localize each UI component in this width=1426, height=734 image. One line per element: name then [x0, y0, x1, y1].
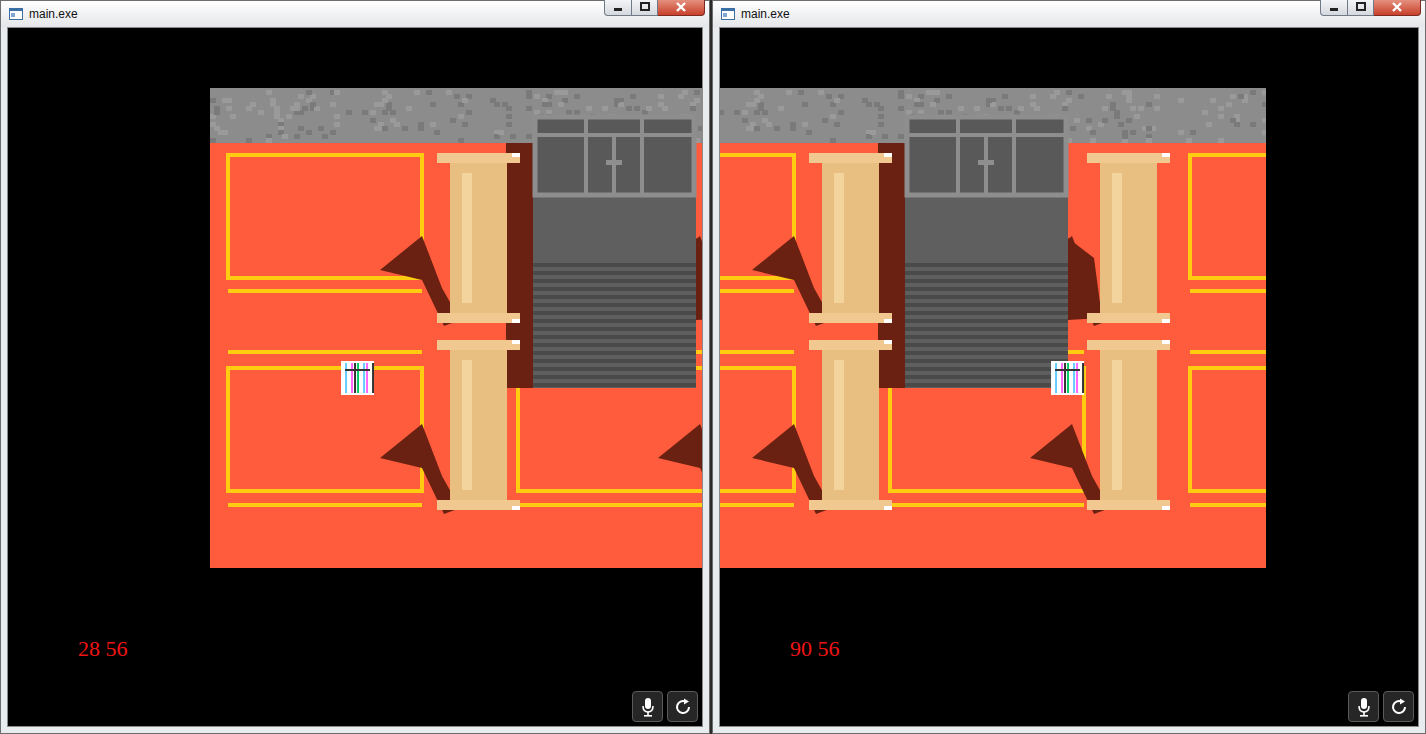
app-window[interactable]: main.exe 28 56: [0, 0, 710, 734]
microphone-icon: [640, 697, 656, 717]
refresh-icon: [673, 697, 693, 717]
game-scene: [720, 88, 1266, 568]
app-icon: [9, 8, 23, 20]
microphone-icon: [1356, 697, 1372, 717]
close-button[interactable]: [658, 0, 705, 16]
caption-buttons: [604, 1, 705, 16]
game-view[interactable]: 28 56: [7, 27, 703, 727]
maximize-button[interactable]: [631, 0, 658, 16]
game-view[interactable]: 90 56: [719, 27, 1419, 727]
tool-buttons: [632, 691, 698, 722]
coordinates-readout: 28 56: [78, 636, 128, 662]
close-icon: [675, 2, 687, 12]
microphone-button[interactable]: [632, 691, 663, 722]
close-icon: [1391, 2, 1403, 12]
minimize-icon: [1329, 3, 1339, 11]
window-title: main.exe: [29, 1, 604, 27]
caption-buttons: [1320, 1, 1421, 16]
coordinates-readout: 90 56: [790, 636, 840, 662]
app-window[interactable]: main.exe 90 56: [712, 0, 1426, 734]
refresh-button[interactable]: [1383, 691, 1414, 722]
maximize-icon: [640, 2, 650, 11]
title-bar[interactable]: main.exe: [1, 1, 709, 27]
refresh-icon: [1389, 697, 1409, 717]
window-title: main.exe: [741, 1, 1320, 27]
app-icon: [721, 8, 735, 20]
minimize-button[interactable]: [604, 0, 631, 16]
game-scene: [210, 88, 703, 568]
refresh-button[interactable]: [667, 691, 698, 722]
tool-buttons: [1348, 691, 1414, 722]
desktop: main.exe 28 56 main.exe 90 56: [0, 0, 1426, 734]
maximize-icon: [1356, 2, 1366, 11]
player-sprite: [1051, 361, 1084, 395]
title-bar[interactable]: main.exe: [713, 1, 1425, 27]
player-sprite: [341, 361, 374, 395]
maximize-button[interactable]: [1347, 0, 1374, 16]
minimize-button[interactable]: [1320, 0, 1347, 16]
close-button[interactable]: [1374, 0, 1421, 16]
microphone-button[interactable]: [1348, 691, 1379, 722]
minimize-icon: [613, 3, 623, 11]
